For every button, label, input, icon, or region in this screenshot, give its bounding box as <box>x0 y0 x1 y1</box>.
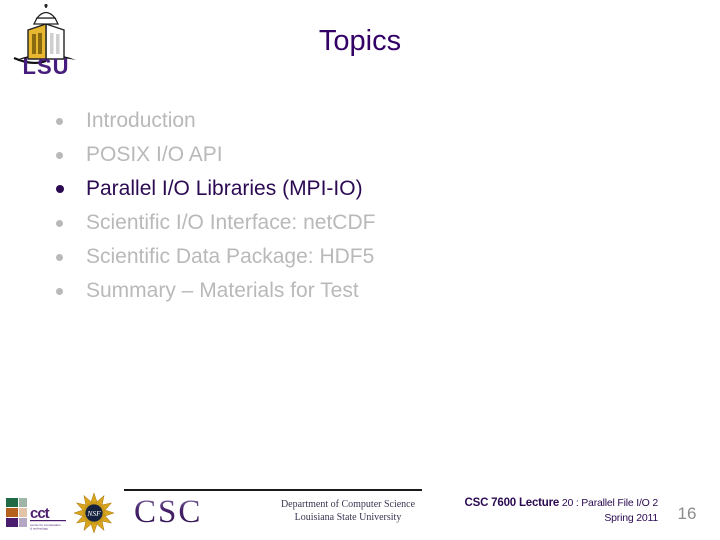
lecture-info: CSC 7600 Lecture 20 : Parallel File I/O … <box>418 496 659 526</box>
course-title: CSC 7600 Lecture <box>464 497 560 509</box>
csc-department-line2: Louisiana State University <box>294 512 402 523</box>
bullet-dot-icon <box>56 152 63 159</box>
nsf-seal-icon: NSF <box>73 492 115 534</box>
list-item[interactable]: Summary – Materials for Test <box>48 274 668 308</box>
lecture-detail: 20 : Parallel File I/O 2 <box>559 497 658 509</box>
cct-logo: cct center for computation & technology <box>6 496 68 530</box>
list-item-label: Summary – Materials for Test <box>86 279 359 302</box>
slide-canvas: LSU Topics Introduction POSIX I/O API Pa… <box>0 0 720 540</box>
bullet-dot-icon <box>56 288 63 295</box>
svg-text:NSF: NSF <box>86 509 101 518</box>
bullet-dot-icon <box>56 185 64 193</box>
svg-text:cct: cct <box>30 505 50 522</box>
csc-department-text: Department of Computer Science Louisiana… <box>274 498 422 524</box>
list-item-label: Introduction <box>86 109 196 132</box>
list-item[interactable]: Parallel I/O Libraries (MPI-IO) <box>48 172 668 206</box>
csc-department-line1: Department of Computer Science <box>280 499 416 510</box>
lsu-wordmark: LSU <box>22 54 70 79</box>
list-item-label: Parallel I/O Libraries (MPI-IO) <box>86 177 363 200</box>
list-item-label: POSIX I/O API <box>86 143 223 166</box>
nsf-logo: NSF <box>73 492 115 534</box>
cct-logo-icon: cct center for computation & technology <box>6 498 66 530</box>
list-item[interactable]: Introduction <box>48 104 668 138</box>
svg-text:& technology: & technology <box>30 526 48 530</box>
list-item-label: Scientific I/O Interface: netCDF <box>86 211 376 234</box>
list-item[interactable]: Scientific Data Package: HDF5 <box>48 240 668 274</box>
list-item[interactable]: Scientific I/O Interface: netCDF <box>48 206 668 240</box>
slide-title: Topics <box>318 25 402 57</box>
bullet-dot-icon <box>56 118 63 125</box>
page-number: 16 <box>677 504 697 523</box>
term-label: Spring 2011 <box>604 512 658 524</box>
csc-logo: CSC Department of Computer Science Louis… <box>124 489 422 535</box>
list-item-label: Scientific Data Package: HDF5 <box>86 245 375 268</box>
csc-divider <box>124 489 422 491</box>
topics-list: Introduction POSIX I/O API Parallel I/O … <box>48 104 668 308</box>
bullet-dot-icon <box>56 220 63 227</box>
list-item[interactable]: POSIX I/O API <box>48 138 668 172</box>
csc-wordmark: CSC <box>134 494 203 530</box>
slide-footer: cct center for computation & technology <box>0 486 720 540</box>
lsu-logo: LSU <box>12 4 80 79</box>
bullet-dot-icon <box>56 254 63 261</box>
